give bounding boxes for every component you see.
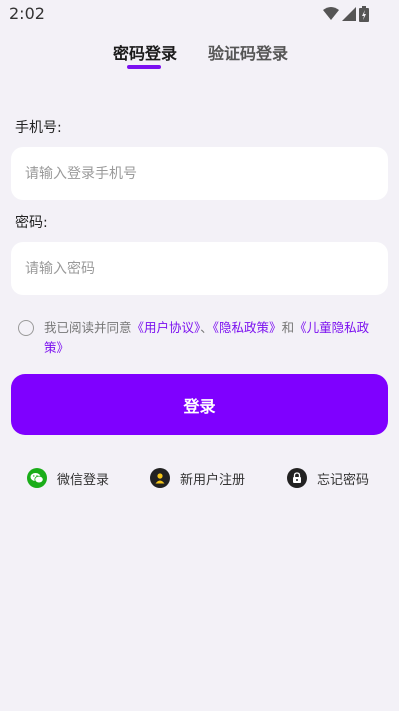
bottom-links: 微信登录 新用户注册 忘记密码	[0, 468, 399, 492]
battery-icon	[359, 6, 369, 22]
signal-icon	[342, 7, 356, 21]
phone-input[interactable]	[23, 164, 376, 183]
register-label: 新用户注册	[180, 472, 246, 488]
agreement-text: 我已阅读并同意《用户协议》、《隐私政策》和《儿童隐私政策》	[44, 318, 384, 358]
phone-label: 手机号:	[15, 120, 62, 136]
wechat-login-link[interactable]: 微信登录	[27, 468, 109, 488]
status-icons	[323, 6, 369, 22]
password-input[interactable]	[23, 259, 376, 278]
status-time: 2:02	[9, 4, 45, 23]
forgot-password-link[interactable]: 忘记密码	[287, 468, 369, 488]
status-bar: 2:02	[0, 0, 399, 28]
privacy-policy-link[interactable]: 《隐私政策》	[213, 320, 282, 335]
tab-indicator	[127, 65, 161, 69]
agreement-sep: 、	[200, 320, 213, 335]
login-tabs: 密码登录 验证码登录	[0, 38, 399, 78]
wifi-icon	[323, 7, 339, 20]
tab-code-login[interactable]: 验证码登录	[208, 40, 288, 64]
lock-icon	[287, 468, 307, 488]
register-link[interactable]: 新用户注册	[150, 468, 245, 488]
user-icon	[150, 468, 170, 488]
login-button[interactable]: 登录	[11, 374, 388, 435]
agreement-checkbox[interactable]	[18, 320, 34, 336]
wechat-icon	[27, 468, 47, 488]
forgot-password-label: 忘记密码	[317, 472, 370, 488]
password-field-container	[11, 242, 388, 295]
phone-field-container	[11, 147, 388, 200]
user-agreement-link[interactable]: 《用户协议》	[132, 320, 201, 335]
agreement-and: 和	[281, 320, 295, 335]
password-label: 密码:	[15, 215, 48, 231]
tab-password-login[interactable]: 密码登录	[113, 40, 177, 64]
wechat-login-label: 微信登录	[57, 472, 110, 488]
agreement-prefix: 我已阅读并同意	[44, 320, 132, 335]
